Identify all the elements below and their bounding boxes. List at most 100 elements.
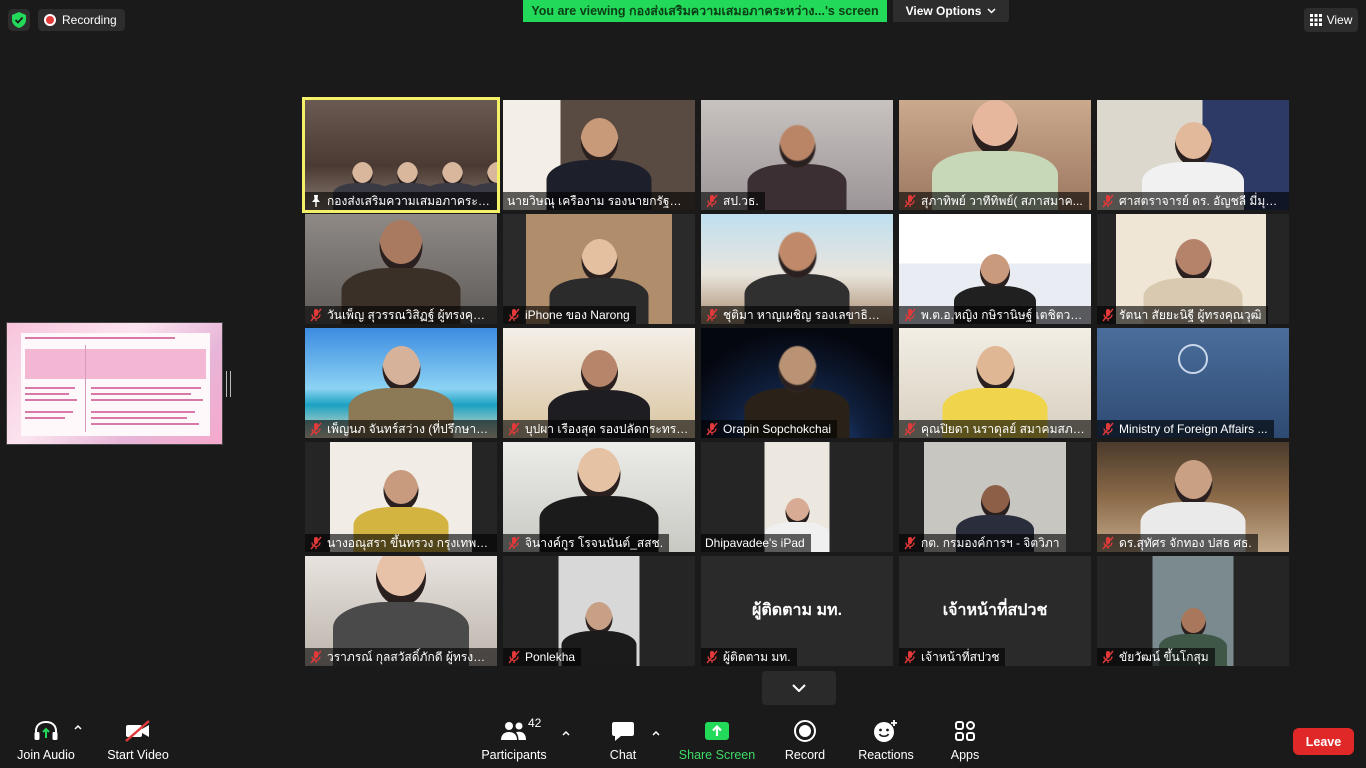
security-shield-icon[interactable]	[8, 9, 30, 31]
mic-muted-icon	[507, 536, 521, 550]
participant-name: สป.วธ.	[723, 193, 759, 208]
show-more-participants-button[interactable]	[762, 671, 836, 705]
share-screen-button[interactable]: Share Screen	[678, 712, 756, 768]
viewing-screen-banner: You are viewing กองส่งเสริมความเสมอภาคระ…	[523, 0, 887, 22]
chat-button[interactable]: Chat	[600, 712, 646, 768]
chevron-down-icon	[792, 684, 806, 692]
view-options-button[interactable]: View Options	[893, 0, 1009, 22]
reactions-button[interactable]: Reactions	[856, 712, 916, 768]
participant-tile[interactable]: ชุติมา หาญเผชิญ รองเลขาธิกา...	[701, 214, 893, 324]
mic-muted-icon	[1101, 194, 1115, 208]
participant-name-bar: จินางค์กูร โรจนนันต์_สสช.	[503, 534, 670, 552]
participants-button[interactable]: 42 Participants	[478, 712, 550, 768]
participant-tile[interactable]: iPhone ของ Narong	[503, 214, 695, 324]
participant-name: ดร.สุทัศร จักทอง ปสธ ศธ.	[1119, 535, 1252, 550]
shared-screen-thumbnail[interactable]	[6, 322, 223, 445]
participant-name: เพ็ญนภ จันทร์สว่าง (ที่ปรึกษาส่า...	[327, 421, 491, 436]
participant-name-bar: เพ็ญนภ จันทร์สว่าง (ที่ปรึกษาส่า...	[305, 420, 497, 438]
participant-name-bar: กองส่งเสริมความเสมอภาคระหว่า...	[305, 192, 497, 210]
record-label: Record	[784, 748, 826, 762]
chat-bubble-icon	[612, 722, 634, 741]
panel-resize-handle[interactable]	[226, 371, 231, 397]
view-button[interactable]: View	[1304, 8, 1358, 32]
participant-name: ขัยวัฒน์ ขึ้นโกสุม	[1119, 649, 1209, 664]
join-audio-label: Join Audio	[17, 748, 75, 762]
participant-name: นางอณุสรา ขึ้นทรวง กรุงเทพม...	[327, 535, 491, 550]
participant-name: วราภรณ์ กุลสวัสดิ์ภักดี ผู้ทรงคุ...	[327, 649, 491, 664]
participant-name-bar: นางอณุสรา ขึ้นทรวง กรุงเทพม...	[305, 534, 497, 552]
participant-tile[interactable]: เพ็ญนภ จันทร์สว่าง (ที่ปรึกษาส่า...	[305, 328, 497, 438]
participant-name-bar: สป.วธ.	[701, 192, 765, 210]
headphones-icon	[34, 720, 58, 740]
record-icon	[794, 720, 816, 742]
mic-muted-icon	[705, 308, 719, 322]
chat-label: Chat	[609, 748, 637, 762]
participant-tile[interactable]: นายวิษณุ เครืองาม รองนายกรัฐมนตรี	[503, 100, 695, 210]
recording-label: Recording	[62, 13, 117, 27]
participant-name: คุณปิยดา นราดุลย์ สมาคมสภาก...	[921, 421, 1085, 436]
participant-tile[interactable]: ศาสตราจารย์ ดร. อัญชลี มี่มุข ...	[1097, 100, 1289, 210]
participant-tile[interactable]: คุณปิยดา นราดุลย์ สมาคมสภาก...	[899, 328, 1091, 438]
participant-tile[interactable]: ผู้ติดตาม มท. ผู้ติดตาม มท.	[701, 556, 893, 666]
participants-count: 42	[528, 716, 542, 730]
participant-tile[interactable]: วราภรณ์ กุลสวัสดิ์ภักดี ผู้ทรงคุ...	[305, 556, 497, 666]
participant-name-bar: Dhipavadee's iPad	[701, 534, 811, 552]
join-audio-button[interactable]: Join Audio	[14, 712, 78, 768]
participant-name: iPhone ของ Narong	[525, 307, 630, 322]
mic-muted-icon	[507, 422, 521, 436]
record-dot-icon	[44, 14, 56, 26]
participant-name-bar: ผู้ติดตาม มท.	[701, 648, 797, 666]
mic-muted-icon	[903, 650, 917, 664]
participant-name: ชุติมา หาญเผชิญ รองเลขาธิกา...	[723, 307, 887, 322]
mic-muted-icon	[705, 422, 719, 436]
video-gallery-grid: กองส่งเสริมความเสมอภาคระหว่า... นายวิษณุ …	[305, 100, 1293, 668]
mic-muted-icon	[1101, 422, 1115, 436]
participant-name: บุปผา เรืองสุด รองปลัดกระทรวงแ...	[525, 421, 689, 436]
audio-options-caret-icon[interactable]	[73, 722, 83, 732]
participants-options-caret-icon[interactable]	[561, 728, 571, 738]
mic-muted-icon	[309, 536, 323, 550]
participant-tile[interactable]: Dhipavadee's iPad	[701, 442, 893, 552]
apps-button[interactable]: Apps	[944, 712, 986, 768]
participant-tile[interactable]: ดร.สุทัศร จักทอง ปสธ ศธ.	[1097, 442, 1289, 552]
participant-tile[interactable]: นางอณุสรา ขึ้นทรวง กรุงเทพม...	[305, 442, 497, 552]
start-video-button[interactable]: Start Video	[104, 712, 172, 768]
participant-tile[interactable]: กองส่งเสริมความเสมอภาคระหว่า...	[305, 100, 497, 210]
apps-label: Apps	[950, 748, 980, 762]
record-button[interactable]: Record	[782, 712, 828, 768]
participant-name: Orapin Sopchokchai	[723, 422, 832, 436]
recording-indicator[interactable]: Recording	[38, 9, 125, 31]
leave-button[interactable]: Leave	[1293, 728, 1354, 755]
view-label: View	[1326, 13, 1353, 27]
participant-tile[interactable]: รัตนา สัยยะนิฐี ผู้ทรงคุณวุฒิ	[1097, 214, 1289, 324]
participant-tile[interactable]: พ.ต.อ.หญิง กษิรานิษฐ์ เตชิตวรเ...	[899, 214, 1091, 324]
participant-tile[interactable]: เจ้าหน้าที่สปวช เจ้าหน้าที่สปวช	[899, 556, 1091, 666]
participant-tile[interactable]: ขัยวัฒน์ ขึ้นโกสุม	[1097, 556, 1289, 666]
participant-tile[interactable]: สุภาทิพย์ วาทีทิพย์( สภาสมาค...	[899, 100, 1091, 210]
participant-name: Ponlekha	[525, 650, 576, 664]
participant-name: เจ้าหน้าที่สปวช	[921, 649, 1000, 664]
participant-tile[interactable]: Ministry of Foreign Affairs ...	[1097, 328, 1289, 438]
share-screen-icon	[705, 722, 729, 740]
apps-icon	[955, 721, 975, 741]
chat-options-caret-icon[interactable]	[651, 728, 661, 738]
participant-tile[interactable]: สป.วธ.	[701, 100, 893, 210]
mic-muted-icon	[903, 536, 917, 550]
participant-name-bar: วันเพ็ญ สุวรรณวิสิฏฐ์ ผู้ทรงคุณ...	[305, 306, 497, 324]
reactions-smiley-icon	[874, 720, 897, 742]
participant-tile[interactable]: Ponlekha	[503, 556, 695, 666]
mic-muted-icon	[507, 650, 521, 664]
mic-muted-icon	[1101, 308, 1115, 322]
participant-name: Dhipavadee's iPad	[705, 536, 805, 550]
participant-name: ศาสตราจารย์ ดร. อัญชลี มี่มุข ...	[1119, 193, 1283, 208]
participant-tile[interactable]: จินางค์กูร โรจนนันต์_สสช.	[503, 442, 695, 552]
chevron-down-icon	[987, 8, 996, 14]
participant-tile[interactable]: Orapin Sopchokchai	[701, 328, 893, 438]
participant-name: Ministry of Foreign Affairs ...	[1119, 422, 1268, 436]
mic-muted-icon	[309, 308, 323, 322]
participant-tile[interactable]: บุปผา เรืองสุด รองปลัดกระทรวงแ...	[503, 328, 695, 438]
participant-tile[interactable]: กต. กรมองค์การฯ - จิตวิภา	[899, 442, 1091, 552]
participant-name-bar: ดร.สุทัศร จักทอง ปสธ ศธ.	[1097, 534, 1258, 552]
banner-text: You are viewing กองส่งเสริมความเสมอภาคระ…	[531, 4, 879, 18]
participant-tile[interactable]: วันเพ็ญ สุวรรณวิสิฏฐ์ ผู้ทรงคุณ...	[305, 214, 497, 324]
